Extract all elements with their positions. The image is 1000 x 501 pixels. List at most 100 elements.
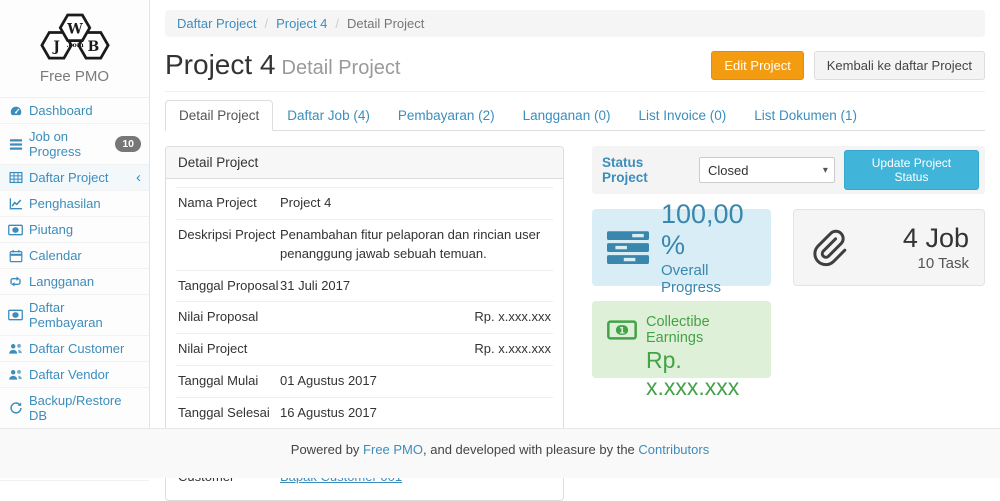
detail-row-nilai-project: Nilai ProjectRp. x.xxx.xxx bbox=[176, 333, 553, 365]
sidebar-item-piutang[interactable]: Piutang bbox=[0, 217, 149, 243]
sidebar-item-label: Daftar Customer bbox=[29, 341, 124, 356]
breadcrumb-item-project-4[interactable]: Project 4 bbox=[276, 16, 327, 31]
users-icon bbox=[8, 368, 23, 381]
footer-text-prefix: Powered by bbox=[291, 442, 363, 457]
tab-list-dokumen-1: List Dokumen (1) bbox=[740, 100, 871, 130]
count-badge: 10 bbox=[115, 136, 141, 152]
sidebar-item-label: Dashboard bbox=[29, 103, 93, 118]
detail-row-deskripsi-project: Deskripsi ProjectPenambahan fitur pelapo… bbox=[176, 219, 553, 270]
money-icon: 1 bbox=[607, 320, 637, 340]
tab-link-detail-project[interactable]: Detail Project bbox=[165, 100, 273, 131]
earnings-header: 1 Collectibe Earnings bbox=[607, 314, 756, 346]
sidebar-item-job-on-progress[interactable]: Job on Progress 10 bbox=[0, 124, 149, 165]
sidebar-item-backup-restore-db[interactable]: Backup/Restore DB bbox=[0, 388, 149, 429]
breadcrumb: Daftar Project/Project 4/Detail Project bbox=[165, 10, 985, 37]
tab-link-daftar-job-4[interactable]: Daftar Job (4) bbox=[273, 100, 384, 131]
tab-link-langganan-0[interactable]: Langganan (0) bbox=[509, 100, 625, 131]
page-title-group: Project 4 Detail Project bbox=[165, 49, 400, 81]
line-chart-icon bbox=[8, 197, 23, 210]
detail-label: Nilai Project bbox=[178, 340, 280, 359]
tasks-list-icon bbox=[8, 138, 23, 151]
breadcrumb-item-daftar-project[interactable]: Daftar Project bbox=[177, 16, 256, 31]
sidebar-item-label: Daftar Vendor bbox=[29, 367, 109, 382]
tab-detail-project: Detail Project bbox=[165, 100, 273, 130]
update-project-status-button[interactable]: Update Project Status bbox=[844, 150, 979, 190]
dashboard-icon bbox=[8, 104, 23, 118]
detail-value: Project 4 bbox=[280, 194, 551, 213]
sidebar-item-label: Job on Progress bbox=[29, 129, 109, 159]
tab-link-list-dokumen-1[interactable]: List Dokumen (1) bbox=[740, 100, 871, 131]
logo-com-text: .com bbox=[66, 41, 83, 49]
sidebar-item-label: Penghasilan bbox=[29, 196, 101, 211]
paperclip-icon bbox=[809, 226, 847, 270]
breadcrumb-separator: / bbox=[335, 16, 339, 31]
detail-value: Rp. x.xxx.xxx bbox=[280, 340, 551, 359]
logo: J W B .com Free PMO bbox=[0, 0, 149, 89]
breadcrumb-separator: / bbox=[264, 16, 268, 31]
detail-value: 31 Juli 2017 bbox=[280, 277, 551, 296]
status-select-value: Closed bbox=[708, 163, 748, 178]
svg-text:1: 1 bbox=[619, 327, 625, 337]
brand-name: Free PMO bbox=[0, 68, 149, 85]
detail-value: 01 Agustus 2017 bbox=[280, 372, 551, 391]
footer-text-middle: , and developed with pleasure by the bbox=[423, 442, 638, 457]
tab-langganan-0: Langganan (0) bbox=[509, 100, 625, 130]
sidebar-item-penghasilan[interactable]: Penghasilan bbox=[0, 191, 149, 217]
caret-down-icon: ▾ bbox=[817, 165, 834, 176]
users-icon bbox=[8, 342, 23, 355]
sidebar-item-label: Piutang bbox=[29, 222, 73, 237]
status-select[interactable]: Closed ▾ bbox=[699, 157, 835, 183]
detail-row-nilai-proposal: Nilai ProposalRp. x.xxx.xxx bbox=[176, 301, 553, 333]
contributors-link[interactable]: Contributors bbox=[638, 442, 709, 457]
sidebar-item-label: Langganan bbox=[29, 274, 94, 289]
table-icon bbox=[8, 171, 23, 184]
jobs-sub-label: 10 Task bbox=[903, 255, 969, 272]
detail-label: Tanggal Proposal bbox=[178, 277, 280, 296]
jwb-logo-icon: J W B .com bbox=[29, 8, 121, 66]
free-pmo-link[interactable]: Free PMO bbox=[363, 442, 423, 457]
progress-label: Overall Progress bbox=[661, 262, 756, 296]
footer: Powered by Free PMO, and developed with … bbox=[0, 428, 1000, 478]
logo-letter-b: B bbox=[87, 39, 99, 55]
tab-link-pembayaran-2[interactable]: Pembayaran (2) bbox=[384, 100, 509, 131]
sidebar-item-daftar-pembayaran[interactable]: Daftar Pembayaran bbox=[0, 295, 149, 336]
earnings-value: Rp. x.xxx.xxx bbox=[646, 347, 756, 401]
detail-value: Rp. x.xxx.xxx bbox=[280, 308, 551, 327]
detail-value: 16 Agustus 2017 bbox=[280, 404, 551, 423]
logo-letter-w: W bbox=[66, 21, 83, 37]
page-subtitle: Detail Project bbox=[282, 57, 401, 79]
calendar-icon bbox=[8, 249, 23, 263]
chevron-left-icon: ‹ bbox=[136, 172, 141, 184]
money-icon bbox=[8, 224, 23, 236]
tab-link-list-invoice-0[interactable]: List Invoice (0) bbox=[624, 100, 740, 131]
tasks-icon bbox=[607, 230, 649, 266]
sidebar: J W B .com Free PMO Dashboard Job on Prog… bbox=[0, 0, 150, 428]
overall-progress-box: 100,00 % Overall Progress bbox=[592, 209, 771, 286]
tabs: Detail ProjectDaftar Job (4)Pembayaran (… bbox=[165, 100, 985, 131]
sidebar-item-daftar-vendor[interactable]: Daftar Vendor bbox=[0, 362, 149, 388]
collectible-earnings-box: 1 Collectibe Earnings Rp. x.xxx.xxx bbox=[592, 301, 771, 378]
detail-label: Tanggal Selesai bbox=[178, 404, 280, 423]
earnings-label: Collectibe Earnings bbox=[646, 314, 756, 346]
sidebar-item-daftar-project[interactable]: Daftar Project‹ bbox=[0, 165, 149, 191]
tab-list-invoice-0: List Invoice (0) bbox=[624, 100, 740, 130]
sidebar-item-dashboard[interactable]: Dashboard bbox=[0, 98, 149, 124]
sidebar-nav: Dashboard Job on Progress 10 Daftar Project… bbox=[0, 97, 149, 481]
sidebar-item-label: Daftar Pembayaran bbox=[29, 300, 141, 330]
sidebar-item-daftar-customer[interactable]: Daftar Customer bbox=[0, 336, 149, 362]
sidebar-item-calendar[interactable]: Calendar bbox=[0, 243, 149, 269]
sidebar-item-langganan[interactable]: Langganan bbox=[0, 269, 149, 295]
jobs-text: 4 Job 10 Task bbox=[903, 223, 969, 272]
jobs-value: 4 Job bbox=[903, 223, 969, 254]
page-title: Project 4 bbox=[165, 49, 276, 80]
detail-label: Nama Project bbox=[178, 194, 280, 213]
detail-row-tanggal-proposal: Tanggal Proposal31 Juli 2017 bbox=[176, 270, 553, 302]
edit-project-button[interactable]: Edit Project bbox=[711, 51, 803, 80]
back-to-project-list-button[interactable]: Kembali ke daftar Project bbox=[814, 51, 985, 80]
detail-label: Tanggal Mulai bbox=[178, 372, 280, 391]
page-header: Project 4 Detail Project Edit Project Kem… bbox=[165, 49, 985, 92]
status-bar: Status Project Closed ▾ Update Project S… bbox=[592, 146, 985, 194]
main-content: Daftar Project/Project 4/Detail Project … bbox=[150, 0, 1000, 501]
detail-row-nama-project: Nama ProjectProject 4 bbox=[176, 187, 553, 219]
detail-label: Nilai Proposal bbox=[178, 308, 280, 327]
